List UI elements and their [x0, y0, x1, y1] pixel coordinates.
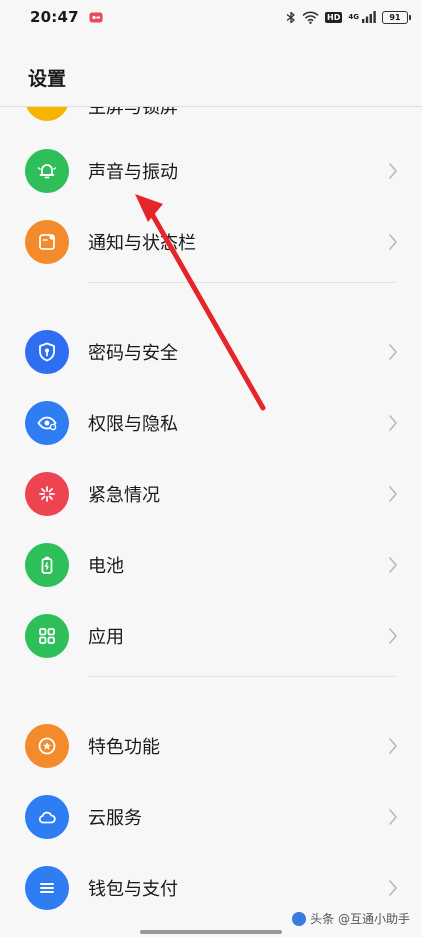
watermark: 头条 @互通小助手 [292, 910, 410, 927]
emergency-icon [25, 472, 69, 516]
settings-item-grid[interactable]: 应用 [0, 605, 422, 667]
chevron-right-icon [389, 234, 397, 250]
settings-item-shield[interactable]: 密码与安全 [0, 321, 422, 383]
star-icon [25, 724, 69, 768]
settings-item-cloud[interactable]: 云服务 [0, 786, 422, 848]
home-indicator[interactable] [140, 930, 282, 934]
chevron-right-icon [389, 486, 397, 502]
battery-icon [25, 543, 69, 587]
watermark-text: 头条 @互通小助手 [310, 912, 410, 926]
watermark-logo-icon [292, 911, 307, 926]
signal-icon [362, 11, 376, 23]
battery-indicator: 91 [382, 10, 411, 24]
wifi-icon [302, 11, 319, 24]
chevron-right-icon [389, 163, 397, 179]
settings-item-emergency[interactable]: 紧急情况 [0, 463, 422, 525]
settings-item-label: 特色功能 [88, 737, 160, 758]
settings-item-label: 应用 [88, 627, 124, 648]
settings-item-bell[interactable]: 声音与振动 [0, 140, 422, 202]
chevron-right-icon [389, 628, 397, 644]
header-divider [0, 106, 422, 107]
settings-item-label: 密码与安全 [88, 343, 178, 364]
group-divider [88, 676, 396, 677]
eye-icon [25, 401, 69, 445]
chevron-right-icon [389, 415, 397, 431]
partial-item-icon [25, 107, 69, 121]
network-type: 4G [348, 12, 359, 21]
settings-item-label: 钱包与支付 [88, 879, 178, 900]
notification-icon [25, 220, 69, 264]
settings-item-label: 权限与隐私 [88, 414, 178, 435]
settings-item-label: 紧急情况 [88, 485, 160, 506]
battery-level: 91 [389, 12, 401, 22]
chevron-right-icon [389, 809, 397, 825]
status-time: 20:47 [30, 8, 79, 26]
shield-icon [25, 330, 69, 374]
settings-item-label: 通知与状态栏 [88, 233, 196, 254]
notification-app-icon [89, 12, 103, 22]
cloud-icon [25, 795, 69, 839]
settings-item-star[interactable]: 特色功能 [0, 715, 422, 777]
settings-item-battery[interactable]: 电池 [0, 534, 422, 596]
group-divider [88, 282, 396, 283]
settings-item-notification[interactable]: 通知与状态栏 [0, 211, 422, 273]
bluetooth-icon [286, 11, 295, 23]
wallet-icon [25, 866, 69, 910]
settings-item-partial[interactable]: 主屏与锁屏 [0, 107, 422, 121]
chevron-right-icon [389, 557, 397, 573]
hd-badge: HD [325, 11, 343, 23]
grid-icon [25, 614, 69, 658]
chevron-right-icon [389, 344, 397, 360]
chevron-right-icon [389, 738, 397, 754]
page-title: 设置 [28, 68, 67, 90]
bell-icon [25, 149, 69, 193]
status-bar: 20:47 HD 4G 91 [0, 0, 422, 34]
settings-item-label: 电池 [88, 556, 124, 577]
settings-item-label: 声音与振动 [88, 162, 178, 183]
settings-item-label: 云服务 [88, 808, 142, 829]
settings-item-eye[interactable]: 权限与隐私 [0, 392, 422, 454]
chevron-right-icon [389, 880, 397, 896]
partial-item-label: 主屏与锁屏 [88, 107, 178, 118]
